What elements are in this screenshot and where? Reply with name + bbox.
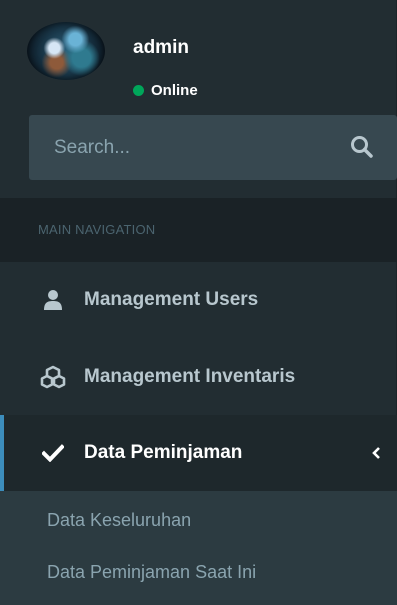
search-icon — [351, 136, 373, 158]
chevron-left-icon[interactable] — [369, 443, 383, 463]
sidebar-search-form — [29, 115, 397, 180]
check-icon — [40, 440, 66, 466]
user-panel: admin Online — [0, 0, 397, 108]
submenu-item-data-keseluruhan[interactable]: Data Keseluruhan — [47, 510, 191, 531]
sidebar-item-label: Management Inventaris — [84, 366, 296, 387]
user-status: Online — [133, 82, 198, 99]
sidebar: admin Online MAIN NAVIGATION Management … — [0, 0, 397, 605]
sidebar-item-management-inventaris[interactable]: Management Inventaris — [0, 339, 397, 415]
user-status-label: Online — [151, 82, 198, 99]
online-dot-icon — [133, 85, 144, 96]
sidebar-item-data-peminjaman[interactable]: Data Peminjaman — [0, 415, 397, 491]
sidebar-item-management-users[interactable]: Management Users — [0, 262, 397, 338]
search-input[interactable] — [29, 115, 329, 180]
cubes-icon — [40, 364, 66, 390]
sidebar-item-label: Management Users — [84, 289, 259, 310]
user-icon — [40, 287, 66, 313]
submenu-item-data-peminjaman-saat-ini[interactable]: Data Peminjaman Saat Ini — [47, 562, 256, 583]
submenu-data-peminjaman: Data Keseluruhan Data Peminjaman Saat In… — [0, 491, 397, 605]
search-button[interactable] — [349, 134, 375, 160]
avatar — [27, 22, 105, 80]
main-navigation-header: MAIN NAVIGATION — [0, 198, 397, 262]
user-name: admin — [133, 37, 189, 58]
sidebar-item-label: Data Peminjaman — [84, 442, 243, 463]
